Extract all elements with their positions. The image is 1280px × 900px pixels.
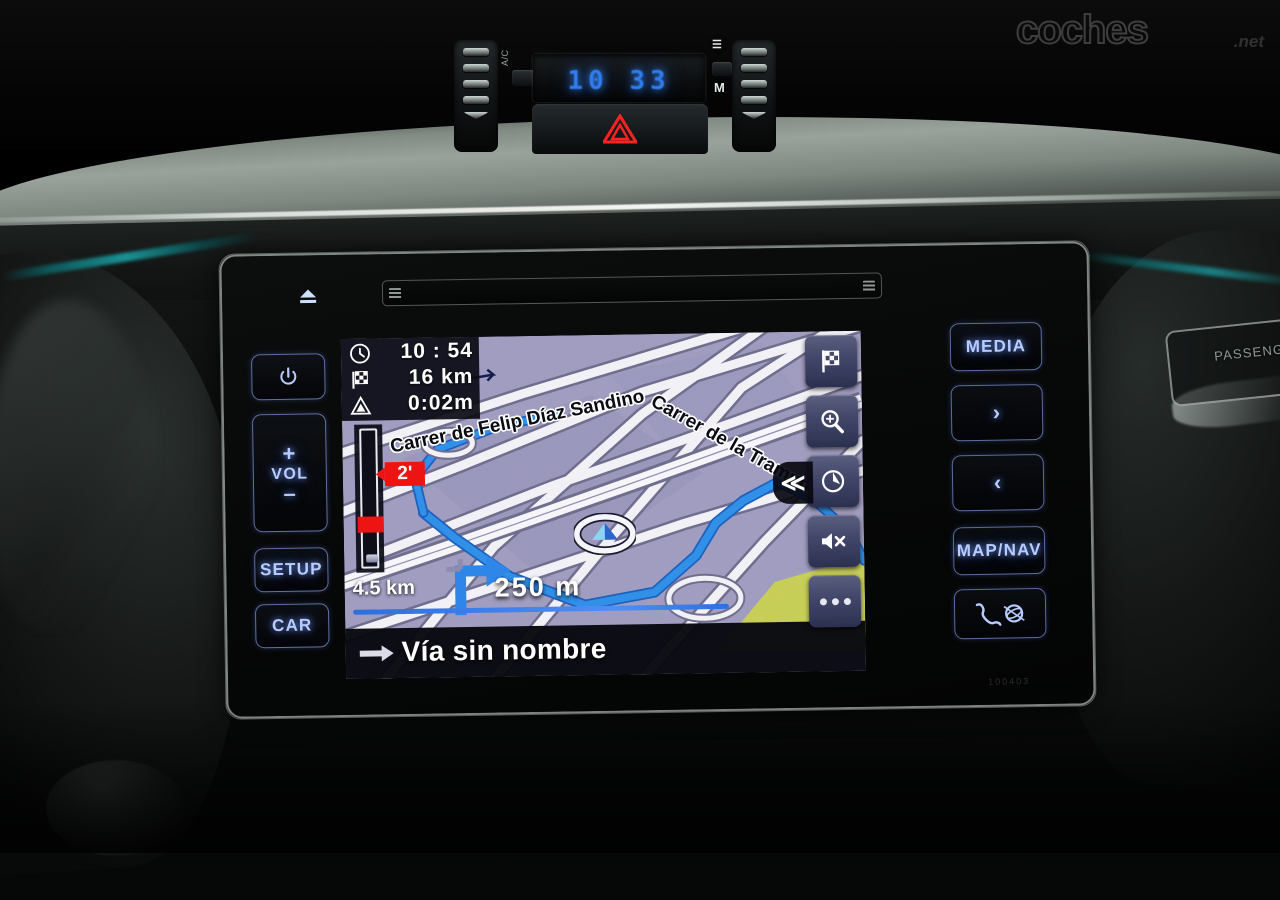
map-view[interactable]: Carrer de Felip Díaz Sandino Carrer de l… xyxy=(340,330,867,679)
left-center-vent[interactable] xyxy=(454,40,498,152)
clock-readout: 10 33 xyxy=(567,66,671,96)
infotainment-head-unit: 100403 + VOL – SETUP CAR Carrer de Felip… xyxy=(218,240,1097,720)
cd-slot[interactable] xyxy=(381,272,883,307)
mute-button[interactable] xyxy=(807,514,861,568)
hazard-triangle-icon xyxy=(603,114,637,144)
eta-time: 10 : 54 xyxy=(400,338,474,364)
phone-button[interactable] xyxy=(953,587,1047,640)
traffic-bar-vehicle-icon xyxy=(366,554,379,563)
next-street-name: Vía sin nombre xyxy=(401,632,607,668)
soft-button-column: ≪ xyxy=(772,334,862,628)
power-icon xyxy=(280,367,297,385)
checkered-flag-icon xyxy=(821,350,840,373)
map-nav-button[interactable]: MAP/NAV xyxy=(952,525,1046,576)
checkered-flag-icon xyxy=(352,371,368,389)
unit-code-marking: 100403 xyxy=(988,676,1031,687)
lower-shadow-gradient xyxy=(0,700,1280,853)
media-button[interactable]: MEDIA xyxy=(949,321,1043,372)
climate-lcd-display: 10 33 xyxy=(533,54,705,102)
next-street-bar: Vía sin nombre xyxy=(345,620,867,679)
right-center-vent[interactable] xyxy=(732,40,776,152)
zoom-button[interactable] xyxy=(805,394,859,448)
nav-info-panel: 10 : 54 16 km 0:02m xyxy=(340,336,481,421)
climate-control-cluster: A/C 10 33 ☰ M xyxy=(440,18,810,154)
remaining-time: 0:02m xyxy=(407,390,474,415)
car-button[interactable]: CAR xyxy=(254,603,330,649)
compass-north-up-icon xyxy=(821,470,845,493)
media-label: MEDIA xyxy=(965,336,1027,357)
mode-label: M xyxy=(714,80,725,95)
volume-button[interactable]: + VOL – xyxy=(251,413,328,533)
prev-label: ‹ xyxy=(993,469,1003,495)
traffic-delay-marker xyxy=(357,516,384,533)
ellipsis-icon xyxy=(819,597,851,605)
next-button[interactable]: › xyxy=(950,383,1044,442)
volume-down-label[interactable]: – xyxy=(283,481,297,506)
magnifier-plus-icon xyxy=(821,410,844,434)
car-label: CAR xyxy=(271,615,313,636)
hazard-warning-button[interactable] xyxy=(532,104,708,154)
ac-indicator-label: A/C xyxy=(500,49,510,66)
next-turn-distance: 250 m xyxy=(494,571,582,603)
traffic-delay-badge: 2' xyxy=(384,461,426,487)
vehicle-position-marker xyxy=(573,512,637,556)
segment-distance: 4.5 km xyxy=(352,576,416,600)
direction-arrow-icon xyxy=(359,645,394,662)
eject-icon[interactable] xyxy=(298,288,318,304)
speaker-mute-icon xyxy=(821,533,846,550)
more-options-button[interactable] xyxy=(808,574,862,628)
ac-button[interactable] xyxy=(512,70,534,86)
recirculation-icon: ☰ xyxy=(712,39,722,51)
navigation-screen[interactable]: Carrer de Felip Díaz Sandino Carrer de l… xyxy=(340,330,867,679)
setup-button[interactable]: SETUP xyxy=(254,547,329,593)
phone-globe-icon xyxy=(975,603,1025,626)
traffic-warning-icon xyxy=(350,395,372,415)
remaining-distance: 16 km xyxy=(408,364,474,389)
traffic-flow-bar-panel xyxy=(354,424,385,573)
prev-button[interactable]: ‹ xyxy=(951,453,1045,512)
power-button[interactable] xyxy=(250,353,326,401)
destination-flag-button[interactable] xyxy=(804,334,858,388)
volume-up-label[interactable]: + xyxy=(282,441,296,466)
collapse-panel-button[interactable]: ≪ xyxy=(772,461,814,505)
next-label: › xyxy=(992,399,1002,425)
traffic-flow-bar xyxy=(357,428,384,569)
orientation-button[interactable]: ≪ xyxy=(772,454,860,508)
clock-icon xyxy=(350,343,370,364)
mode-button[interactable] xyxy=(712,62,732,76)
map-nav-label: MAP/NAV xyxy=(956,539,1042,561)
setup-label: SETUP xyxy=(259,559,323,580)
